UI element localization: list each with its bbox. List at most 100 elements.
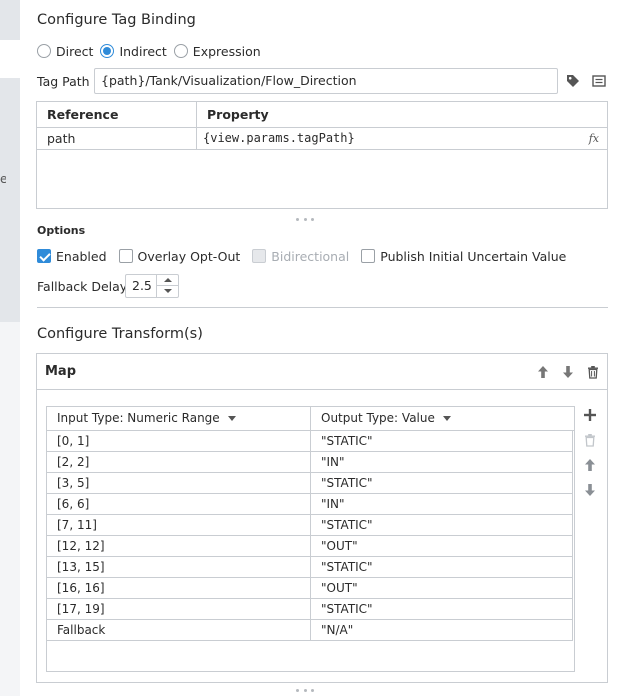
rail-cut-text: e bbox=[0, 172, 6, 186]
table-row[interactable]: [0, 1] "STATIC" bbox=[47, 431, 573, 452]
checkbox-box[interactable] bbox=[118, 249, 133, 263]
fallback-delay-stepper[interactable]: 2.5 bbox=[125, 274, 179, 298]
output-cell[interactable]: "OUT" bbox=[311, 578, 572, 598]
plus-icon[interactable] bbox=[583, 408, 597, 422]
output-cell[interactable]: "STATIC" bbox=[311, 599, 572, 619]
tag-icon[interactable] bbox=[566, 74, 580, 88]
checkbox-publish-initial-uncertain[interactable]: Publish Initial Uncertain Value bbox=[361, 249, 566, 264]
rail-segment-selected[interactable] bbox=[0, 40, 20, 78]
fallback-delay-label: Fallback Delay bbox=[37, 279, 128, 294]
fallback-delay-value[interactable]: 2.5 bbox=[132, 275, 152, 297]
map-transform-panel: Map Input Type: Numeric Range Output Typ… bbox=[36, 353, 608, 683]
output-cell[interactable]: "STATIC" bbox=[311, 431, 572, 451]
browse-icon[interactable] bbox=[592, 74, 606, 88]
tag-path-input[interactable]: {path}/Tank/Visualization/Flow_Direction bbox=[94, 68, 558, 94]
move-down-icon[interactable] bbox=[583, 483, 597, 497]
checkbox-box-checked[interactable] bbox=[37, 249, 51, 263]
input-type-dropdown[interactable]: Input Type: Numeric Range bbox=[47, 407, 311, 430]
radio-dot[interactable] bbox=[37, 44, 51, 58]
map-panel-header: Map bbox=[37, 354, 607, 390]
left-rail: e bbox=[0, 0, 20, 696]
input-cell[interactable]: [7, 11] bbox=[47, 515, 311, 535]
output-cell[interactable]: "STATIC" bbox=[311, 515, 572, 535]
input-cell[interactable]: [3, 5] bbox=[47, 473, 311, 493]
input-cell[interactable]: [2, 2] bbox=[47, 452, 311, 472]
output-cell[interactable]: "STATIC" bbox=[311, 473, 572, 493]
map-title: Map bbox=[45, 364, 77, 379]
input-cell[interactable]: [0, 1] bbox=[47, 431, 311, 451]
column-header-reference[interactable]: Reference bbox=[37, 102, 197, 127]
checkbox-label: Enabled bbox=[56, 248, 107, 264]
divider bbox=[37, 307, 608, 308]
radio-dot-selected[interactable] bbox=[100, 44, 115, 58]
table-row[interactable]: [3, 5] "STATIC" bbox=[47, 473, 573, 494]
checkbox-box[interactable] bbox=[361, 249, 376, 263]
property-value: {view.params.tagPath} bbox=[203, 131, 355, 145]
caret-down-icon[interactable] bbox=[227, 416, 236, 421]
table-row[interactable]: [2, 2] "IN" bbox=[47, 452, 573, 473]
options-checkbox-group: Enabled Overlay Opt-Out Bidirectional Pu… bbox=[37, 248, 578, 264]
output-cell[interactable]: "N/A" bbox=[311, 620, 572, 640]
table-row[interactable]: [12, 12] "OUT" bbox=[47, 536, 573, 557]
caret-down-icon[interactable] bbox=[442, 416, 451, 421]
output-type-dropdown[interactable]: Output Type: Value bbox=[311, 407, 574, 430]
radio-label: Expression bbox=[192, 43, 261, 59]
input-cell[interactable]: [6, 6] bbox=[47, 494, 311, 514]
output-cell[interactable]: "IN" bbox=[311, 452, 572, 472]
input-cell[interactable]: Fallback bbox=[47, 620, 311, 640]
move-down-icon[interactable] bbox=[561, 365, 575, 379]
table-row[interactable]: [6, 6] "IN" bbox=[47, 494, 573, 515]
rail-segment bbox=[0, 78, 20, 322]
input-type-label: Input Type: Numeric Range bbox=[57, 411, 220, 425]
table-row[interactable]: [16, 16] "OUT" bbox=[47, 578, 573, 599]
move-up-icon[interactable] bbox=[536, 365, 550, 379]
binding-type-radio-group: Direct Indirect Expression bbox=[37, 42, 268, 60]
table-row[interactable]: path {view.params.tagPath} fx bbox=[37, 128, 607, 150]
output-cell[interactable]: "STATIC" bbox=[311, 557, 572, 577]
checkbox-box-disabled bbox=[252, 249, 267, 263]
stepper-up-icon[interactable] bbox=[157, 275, 178, 286]
tag-path-label: Tag Path bbox=[37, 74, 90, 89]
resize-grip-icon[interactable] bbox=[296, 218, 314, 222]
options-label: Options bbox=[37, 224, 86, 237]
page-title: Configure Tag Binding bbox=[37, 12, 196, 28]
reference-table-header: Reference Property bbox=[37, 102, 607, 128]
input-cell[interactable]: [17, 19] bbox=[47, 599, 311, 619]
output-type-label: Output Type: Value bbox=[321, 411, 435, 425]
fx-icon[interactable]: fx bbox=[589, 128, 599, 149]
input-cell[interactable]: [13, 15] bbox=[47, 557, 311, 577]
table-row[interactable]: [13, 15] "STATIC" bbox=[47, 557, 573, 578]
checkbox-label: Overlay Opt-Out bbox=[137, 248, 241, 264]
table-row[interactable]: [7, 11] "STATIC" bbox=[47, 515, 573, 536]
reference-table: Reference Property path {view.params.tag… bbox=[36, 101, 608, 209]
checkbox-overlay-opt-out[interactable]: Overlay Opt-Out bbox=[118, 248, 241, 264]
checkbox-label: Bidirectional bbox=[271, 248, 350, 264]
column-header-property[interactable]: Property bbox=[197, 102, 607, 127]
output-cell[interactable]: "OUT" bbox=[311, 536, 572, 556]
trash-icon[interactable] bbox=[583, 433, 597, 447]
radio-label: Direct bbox=[56, 43, 94, 59]
map-table: Input Type: Numeric Range Output Type: V… bbox=[46, 406, 575, 672]
input-cell[interactable]: [12, 12] bbox=[47, 536, 311, 556]
reference-cell[interactable]: path bbox=[37, 128, 197, 149]
map-table-header: Input Type: Numeric Range Output Type: V… bbox=[47, 407, 574, 431]
checkbox-enabled[interactable]: Enabled bbox=[37, 249, 107, 264]
property-cell[interactable]: {view.params.tagPath} fx bbox=[197, 128, 607, 149]
output-cell[interactable]: "IN" bbox=[311, 494, 572, 514]
move-up-icon[interactable] bbox=[583, 458, 597, 472]
rail-segment bbox=[0, 0, 20, 40]
stepper-down-icon[interactable] bbox=[157, 286, 178, 297]
radio-label: Indirect bbox=[119, 43, 167, 59]
radio-dot[interactable] bbox=[173, 44, 188, 58]
radio-expression[interactable]: Expression bbox=[173, 43, 261, 59]
table-row[interactable]: [17, 19] "STATIC" bbox=[47, 599, 573, 620]
radio-direct[interactable]: Direct bbox=[37, 44, 93, 59]
resize-grip-icon[interactable] bbox=[296, 689, 314, 693]
checkbox-label: Publish Initial Uncertain Value bbox=[380, 248, 567, 264]
trash-icon[interactable] bbox=[586, 365, 600, 379]
radio-indirect[interactable]: Indirect bbox=[100, 43, 167, 59]
table-row[interactable]: Fallback "N/A" bbox=[47, 620, 573, 641]
checkbox-bidirectional: Bidirectional bbox=[252, 249, 349, 264]
input-cell[interactable]: [16, 16] bbox=[47, 578, 311, 598]
stepper-arrows bbox=[156, 275, 178, 297]
